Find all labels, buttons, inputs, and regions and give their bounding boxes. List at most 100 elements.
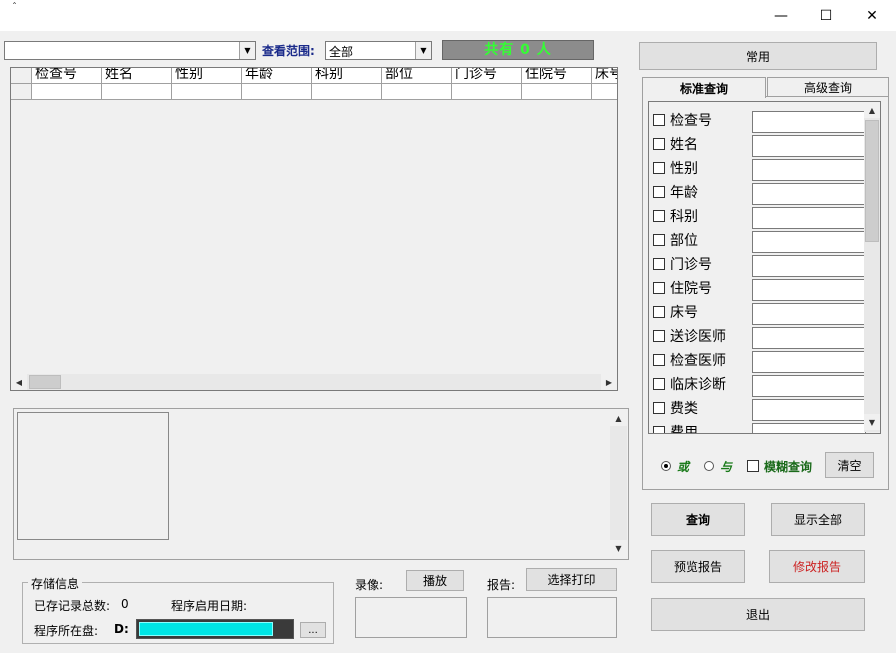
checkbox[interactable] [653,114,665,126]
checkbox[interactable] [653,258,665,270]
minimize-button[interactable]: — [758,0,804,31]
field-label: 检查医师 [670,353,726,369]
field-label: 住院号 [670,281,712,297]
tab-standard-query[interactable]: 标准查询 [642,77,766,98]
tab-advanced-query[interactable]: 高级查询 [767,77,889,96]
scope-label: 查看范围: [262,44,315,58]
scroll-down-icon[interactable]: ▼ [610,540,627,556]
maximize-button[interactable]: ☐ [803,0,849,31]
clear-button[interactable]: 清空 [825,452,874,478]
scroll-up-icon[interactable]: ▲ [610,410,627,426]
records-grid[interactable]: 检查号 姓名 性别 年龄 科别 部位 门诊号 住院号 床号 [10,67,618,391]
field-label: 检查号 [670,113,712,129]
checkbox[interactable] [653,186,665,198]
checkbox[interactable] [653,402,665,414]
storage-info-title: 存储信息 [28,575,83,592]
report-preview[interactable] [487,597,617,638]
disk-usage-bar [136,619,294,639]
close-button[interactable]: ✕ [849,0,895,31]
select-print-button[interactable]: 选择打印 [526,568,617,591]
scroll-right-icon[interactable]: ▶ [601,374,617,390]
query-field-row: 送诊医师 [649,322,866,349]
field-list-scrollbar[interactable]: ▲ ▼ [864,102,880,432]
table-cell[interactable] [382,84,452,100]
table-cell[interactable] [172,84,242,100]
field-label: 年龄 [670,185,698,201]
grid-horizontal-scrollbar[interactable]: ◀ ▶ [11,374,617,390]
patient-count: 共有 0 人 [442,40,594,60]
col-header[interactable]: 姓名 [102,68,172,84]
col-header[interactable]: 部位 [382,68,452,84]
row-selector[interactable] [11,84,32,100]
filter-combo[interactable]: ▼ [4,41,256,60]
and-label: 与 [720,460,733,474]
query-button[interactable]: 查询 [651,503,745,536]
query-field-row: 检查号 [649,106,866,133]
and-radio[interactable] [704,461,714,471]
common-button[interactable]: 常用 [639,42,877,70]
col-header[interactable]: 年龄 [242,68,312,84]
checkbox[interactable] [653,330,665,342]
checkbox[interactable] [653,306,665,318]
image-preview[interactable] [17,412,169,540]
checkbox[interactable] [653,138,665,150]
fuzzy-checkbox[interactable] [747,460,759,472]
query-field-row: 床号 [649,298,866,325]
table-cell[interactable] [102,84,172,100]
table-cell[interactable] [522,84,592,100]
or-label: 或 [677,460,690,474]
scroll-up-icon[interactable]: ▲ [864,102,880,118]
fuzzy-label: 模糊查询 [764,460,813,474]
checkbox[interactable] [653,378,665,390]
scroll-left-icon[interactable]: ◀ [11,374,27,390]
scroll-thumb[interactable] [29,375,61,389]
scroll-down-icon[interactable]: ▼ [864,414,880,430]
query-field-row: 费用 [649,418,866,434]
checkbox[interactable] [653,426,665,433]
thumbnail-vertical-scrollbar[interactable]: ▲ ▼ [610,410,627,556]
field-label: 送诊医师 [670,329,726,345]
col-header[interactable]: 检查号 [32,68,102,84]
checkbox[interactable] [653,234,665,246]
col-header[interactable]: 性别 [172,68,242,84]
col-header[interactable]: 门诊号 [452,68,522,84]
chevron-down-icon[interactable]: ▼ [239,42,255,59]
table-cell[interactable] [32,84,102,100]
exit-button[interactable]: 退出 [651,598,865,631]
table-row[interactable] [11,84,617,100]
checkbox[interactable] [653,162,665,174]
grid-corner [11,68,32,84]
field-input[interactable] [752,423,866,433]
checkbox[interactable] [653,210,665,222]
chevron-down-icon[interactable]: ▼ [415,42,431,59]
radio-selected-dot [664,464,668,468]
play-button[interactable]: 播放 [406,570,464,591]
modify-report-button[interactable]: 修改报告 [769,550,865,583]
checkbox[interactable] [653,354,665,366]
preview-report-button[interactable]: 预览报告 [651,550,745,583]
scroll-thumb[interactable] [865,120,879,242]
query-field-row: 检查医师 [649,346,866,373]
field-label: 门诊号 [670,257,712,273]
start-date-label: 程序启用日期: [171,599,248,613]
table-cell[interactable] [452,84,522,100]
query-field-row: 住院号 [649,274,866,301]
query-field-row: 姓名 [649,130,866,157]
col-header[interactable]: 住院号 [522,68,592,84]
col-header[interactable]: 床号 [592,68,617,84]
video-preview[interactable] [355,597,467,638]
col-header[interactable]: 科别 [312,68,382,84]
field-label: 科别 [670,209,698,225]
query-field-row: 临床诊断 [649,370,866,397]
table-cell[interactable] [312,84,382,100]
or-radio[interactable] [661,461,671,471]
disk-usage-fill [139,622,273,636]
checkbox[interactable] [653,282,665,294]
show-all-button[interactable]: 显示全部 [771,503,865,536]
table-cell[interactable] [592,84,617,100]
field-label: 床号 [670,305,698,321]
table-cell[interactable] [242,84,312,100]
field-label: 费用 [670,425,698,434]
browse-button[interactable]: ... [300,622,326,638]
scope-combo[interactable]: 全部 ▼ [325,41,432,60]
